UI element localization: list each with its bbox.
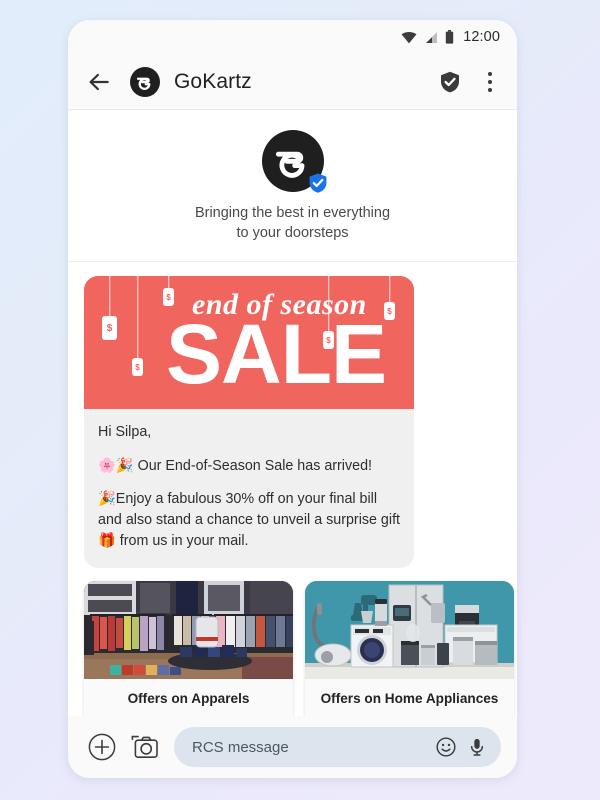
- card-carousel[interactable]: Offers on Apparels View Details: [68, 580, 517, 716]
- status-bar: 12:00: [68, 20, 517, 54]
- plus-circle-icon[interactable]: [88, 733, 116, 761]
- price-tag: $: [102, 276, 117, 340]
- apparel-store-photo: [84, 580, 293, 679]
- message-composer: RCS message: [68, 716, 517, 778]
- message-greeting: Hi Silpa,: [98, 424, 152, 440]
- back-arrow-icon[interactable]: [86, 69, 112, 95]
- emoji-smiley-icon[interactable]: [435, 736, 457, 758]
- message-bubble: $ $ $ $ $ end of season SALE Hi Silpa, 🌸…: [84, 276, 414, 568]
- verified-shield-icon[interactable]: [438, 70, 462, 94]
- banner-headline: SALE: [166, 307, 387, 401]
- message-text: Hi Silpa, 🌸🎉 Our End-of-Season Sale has …: [84, 409, 414, 568]
- battery-icon: [446, 30, 454, 44]
- card-body: Offers on Home Appliances View Details: [305, 679, 514, 716]
- sale-banner-image: $ $ $ $ $ end of season SALE: [84, 276, 414, 409]
- card-title: Offers on Apparels: [127, 690, 250, 706]
- cell-signal-icon: [426, 31, 438, 43]
- page-title: GoKartz: [174, 69, 252, 93]
- carousel-card-home-appliances[interactable]: Offers on Home Appliances View Details: [305, 580, 514, 716]
- message-input-placeholder: RCS message: [192, 738, 289, 756]
- home-appliances-photo: [305, 580, 514, 679]
- message-input[interactable]: RCS message: [174, 727, 501, 767]
- status-clock: 12:00: [463, 29, 500, 45]
- app-bar: GoKartz: [68, 54, 517, 110]
- gokartz-logo-icon: [130, 66, 160, 97]
- carousel-card-apparels[interactable]: Offers on Apparels View Details: [84, 580, 293, 716]
- card-body: Offers on Apparels View Details: [84, 679, 293, 716]
- message-line-1: 🌸🎉 Our End-of-Season Sale has arrived!: [98, 457, 373, 474]
- verified-badge-icon: [309, 173, 326, 193]
- brand-avatar: [261, 130, 326, 193]
- overflow-menu-icon[interactable]: [479, 71, 501, 92]
- microphone-icon[interactable]: [467, 736, 487, 758]
- card-title: Offers on Home Appliances: [320, 690, 499, 706]
- conversation-thread[interactable]: Bringing the best in everything to your …: [68, 110, 517, 716]
- brand-tagline: Bringing the best in everything to your …: [194, 205, 391, 241]
- brand-intro-card: Bringing the best in everything to your …: [68, 110, 517, 262]
- wifi-icon: [401, 31, 417, 43]
- camera-icon[interactable]: [130, 734, 160, 760]
- message-line-2: 🎉Enjoy a fabulous 30% off on your final …: [98, 491, 401, 549]
- price-tag: $: [132, 276, 143, 376]
- phone-frame: 12:00 GoKartz Bringing the best in every…: [68, 20, 517, 778]
